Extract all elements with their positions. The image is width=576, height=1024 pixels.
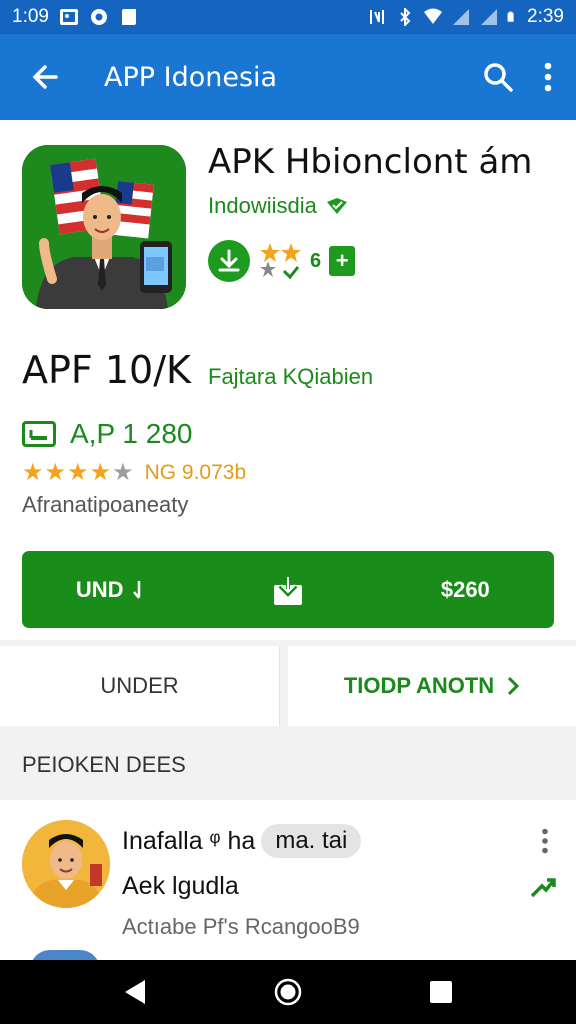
back-button[interactable] — [0, 34, 90, 120]
price-label: $260 — [440, 576, 490, 602]
install-button-right: $260 — [377, 577, 554, 603]
signal-icon-2 — [481, 9, 498, 25]
gallery-icon — [59, 9, 78, 25]
developer-name: Indowiisdia — [208, 193, 317, 218]
status-bar: 1:09 2:39 — [0, 0, 576, 34]
install-button-center — [199, 573, 376, 607]
more-vert-icon[interactable] — [544, 62, 552, 92]
app-name: APK Hbionclont ám — [208, 142, 533, 182]
battery-icon — [507, 11, 514, 22]
trending-icon — [530, 878, 556, 898]
tab-more[interactable]: TIODP ANOTN — [288, 646, 576, 726]
star-icon-3: ★ — [67, 459, 90, 486]
badge-count: 6 — [310, 249, 322, 272]
section-header: PEIOKEN DEES — [0, 730, 576, 800]
editors-choice-badge — [208, 240, 250, 282]
app-size: A,P 1 280 — [70, 418, 193, 449]
list-item-chip: ma. tai — [261, 824, 362, 858]
star-icon-2: ★ — [44, 459, 68, 486]
chevron-right-icon — [508, 676, 520, 696]
nav-home-icon[interactable] — [273, 977, 303, 1007]
size-row: A,P 1 280 — [22, 418, 192, 450]
nav-recents-icon[interactable] — [429, 980, 453, 1004]
notification-icon — [121, 9, 136, 25]
star-icon-4: ★ — [89, 459, 113, 486]
install-button-left: UND — [22, 577, 199, 603]
star-icon-1: ★ — [22, 459, 45, 486]
list-item-title-text: Inafalla ᵠ ha — [122, 826, 256, 855]
star-icon-5: ★ — [112, 459, 135, 486]
bluetooth-icon — [400, 8, 411, 26]
rating-stars: ★★★★★ — [22, 458, 135, 487]
download-icon — [273, 574, 302, 605]
status-time: 1:09 — [12, 6, 49, 27]
tab-more-label: TIODP ANOTN — [343, 673, 495, 698]
rating-count: NG 9.073b — [144, 460, 247, 484]
wifi-icon — [424, 8, 443, 24]
avatar-illustration — [22, 820, 110, 908]
tab-row: UNDER TIODP ANOTN — [0, 646, 576, 726]
search-icon[interactable] — [482, 61, 514, 93]
back-arrow-icon — [32, 65, 58, 89]
navigation-bar — [0, 960, 576, 1024]
install-label: UND — [75, 576, 124, 602]
list-item-meta: Actıabe Pf's RcangooB9 — [122, 914, 360, 939]
app-bar-title: APP Idonesia — [104, 61, 278, 93]
tab-under-label: UNDER — [100, 673, 179, 698]
developer-row[interactable]: Indowiisdia — [208, 193, 349, 219]
add-icon[interactable]: + — [329, 246, 356, 276]
headline-sub: Fajtara KQiabien — [208, 364, 374, 389]
app-icon-illustration — [22, 145, 186, 309]
arrow-down-icon — [132, 580, 140, 599]
app-bar: APP Idonesia — [0, 34, 576, 120]
headline: APF 10/K — [22, 348, 191, 392]
tab-under[interactable]: UNDER — [0, 646, 281, 726]
category: Afranatipoaneaty — [22, 492, 189, 517]
signal-icon — [453, 9, 470, 25]
nav-back-icon[interactable] — [123, 979, 147, 1005]
list-item-subtitle: Aek lgudla — [122, 872, 239, 900]
record-icon — [90, 9, 107, 25]
storage-icon — [22, 421, 56, 447]
stars-icon — [260, 243, 301, 280]
nfc-icon — [370, 10, 385, 24]
badge-row: 6 + — [208, 240, 356, 282]
avatar — [22, 820, 110, 908]
status-clock: 2:39 — [527, 6, 564, 27]
rating-row: ★★★★★ NG 9.073b — [22, 458, 246, 487]
verified-icon — [326, 198, 347, 214]
install-button[interactable]: UND $260 — [22, 551, 554, 628]
app-icon[interactable] — [22, 145, 186, 309]
list-item-title: Inafalla ᵠ ha ma. tai — [122, 824, 362, 858]
more-vert-icon[interactable] — [540, 828, 550, 854]
download-icon — [218, 249, 240, 272]
